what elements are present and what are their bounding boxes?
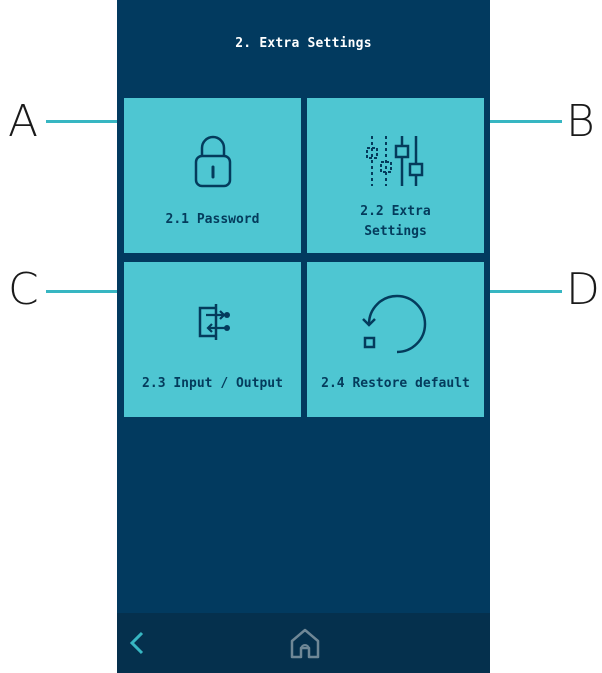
tile-extra-settings[interactable]: 2.2 Extra Settings xyxy=(307,98,484,253)
tile-input-output[interactable]: 2.3 Input / Output xyxy=(124,262,301,417)
callout-label-a: A xyxy=(8,96,39,147)
bottom-nav-bar xyxy=(117,613,490,673)
device-screen: 2. Extra Settings 2.1 Password 2.2 Extra… xyxy=(117,0,490,673)
chevron-left-icon[interactable] xyxy=(125,629,149,657)
callout-label-d: D xyxy=(566,264,600,315)
tile-restore-default-label: 2.4 Restore default xyxy=(321,376,470,391)
tile-extra-settings-label-line1: 2.2 Extra xyxy=(360,204,431,219)
tile-password-label: 2.1 Password xyxy=(165,212,260,227)
page-title: 2. Extra Settings xyxy=(235,36,372,51)
callout-label-c: C xyxy=(8,264,39,315)
tile-restore-default[interactable]: 2.4 Restore default xyxy=(307,262,484,417)
home-icon[interactable] xyxy=(287,625,323,661)
tile-extra-settings-label: 2.2 Extra Settings xyxy=(307,202,484,242)
input-output-icon xyxy=(198,304,230,340)
tile-password[interactable]: 2.1 Password xyxy=(124,98,301,253)
lock-icon xyxy=(194,135,232,188)
tile-input-output-label: 2.3 Input / Output xyxy=(142,376,283,391)
callout-label-b: B xyxy=(566,96,595,147)
sliders-icon xyxy=(366,136,424,186)
restore-icon xyxy=(362,294,427,354)
tile-extra-settings-label-line2: Settings xyxy=(364,224,427,239)
